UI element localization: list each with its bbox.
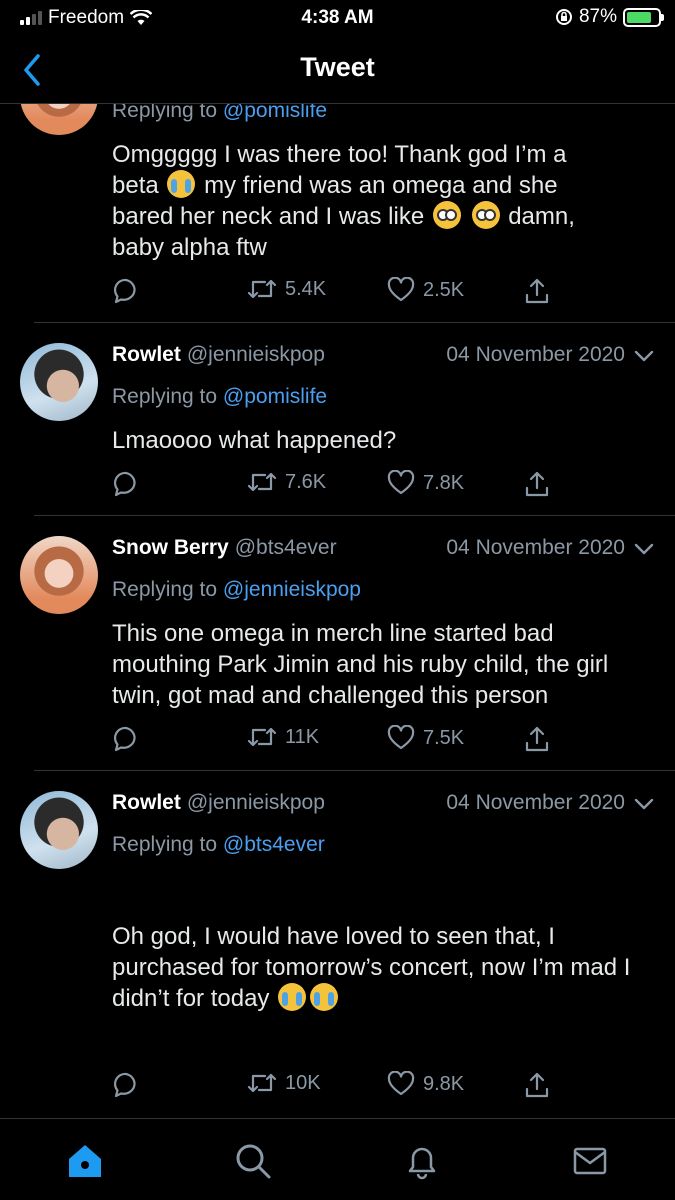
- retweet-button[interactable]: 5.4K: [247, 277, 326, 301]
- retweet-button[interactable]: 7.6K: [247, 470, 326, 494]
- crying-face-emoji-icon: [310, 983, 339, 1011]
- home-icon[interactable]: [65, 1141, 105, 1181]
- share-button[interactable]: [524, 470, 550, 498]
- reply-icon: [113, 726, 136, 752]
- tweet-actions: 5.4K 2.5K: [112, 277, 572, 307]
- like-count: 7.5K: [423, 726, 465, 749]
- reply-icon: [113, 471, 136, 497]
- tweet-actions: 11K 7.5K: [112, 725, 572, 755]
- tweet-text: This one omega in merch line started bad…: [112, 620, 609, 709]
- avatar[interactable]: [20, 791, 98, 869]
- flushed-face-emoji-icon: [432, 201, 461, 229]
- retweet-count: 5.4K: [285, 277, 327, 300]
- reply-button[interactable]: [112, 1071, 140, 1099]
- user-handle[interactable]: @bts4ever: [235, 536, 337, 559]
- like-icon: [387, 1071, 415, 1096]
- like-count: 7.8K: [423, 471, 465, 494]
- tweet-text: Lmaoooo what happened?: [112, 427, 397, 454]
- chevron-down-icon[interactable]: [633, 794, 655, 814]
- like-button[interactable]: 9.8K: [387, 1071, 464, 1097]
- share-icon: [525, 1072, 549, 1098]
- tweet-date: 04 November 2020: [446, 791, 625, 814]
- reply-icon: [113, 1072, 136, 1098]
- avatar[interactable]: [20, 343, 98, 421]
- tweet-date: 04 November 2020: [446, 343, 625, 366]
- like-icon: [387, 470, 415, 495]
- share-button[interactable]: [524, 277, 550, 305]
- retweet-count: 10K: [285, 1071, 321, 1094]
- retweet-icon: [247, 1073, 277, 1093]
- tweet-1[interactable]: Rowlet @jennieiskpop 04 November 2020 Rep…: [0, 323, 675, 515]
- like-icon: [387, 725, 415, 750]
- reply-to-link[interactable]: @pomislife: [223, 385, 327, 408]
- nav-bar: Tweet: [0, 36, 675, 104]
- tweet-actions: 7.6K 7.8K: [112, 470, 572, 500]
- avatar[interactable]: [20, 536, 98, 614]
- replying-to: Replying to @jennieiskpop: [112, 578, 361, 601]
- user-handle[interactable]: @jennieiskpop: [187, 343, 325, 366]
- tweet-header: Snow Berry @bts4ever 04 November 2020: [112, 536, 655, 566]
- user-handle[interactable]: @jennieiskpop: [187, 791, 325, 814]
- reply-button[interactable]: [112, 470, 140, 498]
- search-icon[interactable]: [233, 1141, 273, 1181]
- tweet-date: 04 November 2020: [446, 536, 625, 559]
- tweet-text: Omggggg I was there too! Thank god I’m a…: [112, 141, 575, 261]
- tweet-actions: 10K 9.8K: [112, 1071, 572, 1101]
- replying-to: Replying to @bts4ever: [112, 833, 325, 856]
- page-title: Tweet: [300, 52, 375, 82]
- display-name[interactable]: Snow Berry: [112, 536, 229, 559]
- crying-face-emoji-icon: [167, 170, 196, 198]
- retweet-button[interactable]: 11K: [247, 725, 319, 749]
- like-icon: [387, 277, 415, 302]
- like-button[interactable]: 7.5K: [387, 725, 464, 751]
- share-icon: [525, 471, 549, 497]
- notifications-icon[interactable]: [402, 1141, 442, 1181]
- reply-button[interactable]: [112, 725, 140, 753]
- retweet-button[interactable]: 10K: [247, 1071, 321, 1095]
- share-icon: [525, 278, 549, 304]
- tweet-3[interactable]: Rowlet @jennieiskpop 04 November 2020 Rep…: [0, 771, 675, 1117]
- tab-bar: [0, 1118, 675, 1200]
- retweet-count: 11K: [285, 725, 320, 748]
- chevron-down-icon[interactable]: [633, 539, 655, 559]
- display-name[interactable]: Rowlet: [112, 791, 181, 814]
- reply-to-link[interactable]: @bts4ever: [223, 833, 325, 856]
- flushed-face-emoji-icon: [471, 201, 500, 229]
- retweet-count: 7.6K: [285, 470, 327, 493]
- retweet-icon: [247, 279, 277, 299]
- crying-face-emoji-icon: [278, 983, 307, 1011]
- reply-to-link[interactable]: @jennieiskpop: [223, 578, 361, 601]
- chevron-down-icon[interactable]: [633, 346, 655, 366]
- reply-button[interactable]: [112, 277, 140, 305]
- reply-icon: [113, 278, 136, 304]
- tweet-header: Rowlet @jennieiskpop 04 November 2020: [112, 791, 655, 821]
- display-name[interactable]: Rowlet: [112, 343, 181, 366]
- replying-to: Replying to @pomislife: [112, 385, 328, 408]
- like-count: 9.8K: [423, 1072, 465, 1095]
- share-button[interactable]: [524, 1071, 550, 1099]
- like-count: 2.5K: [423, 278, 465, 301]
- messages-icon[interactable]: [570, 1141, 610, 1181]
- like-button[interactable]: 2.5K: [387, 277, 464, 303]
- share-button[interactable]: [524, 725, 550, 753]
- retweet-icon: [247, 727, 277, 747]
- tweet-text: Oh god, I would have loved to seen that,…: [112, 923, 631, 1012]
- share-icon: [525, 726, 549, 752]
- tweet-2[interactable]: Snow Berry @bts4ever 04 November 2020 Rep…: [0, 516, 675, 770]
- like-button[interactable]: 7.8K: [387, 470, 464, 496]
- tweet-header: Rowlet @jennieiskpop 04 November 2020: [112, 343, 655, 373]
- retweet-icon: [247, 472, 277, 492]
